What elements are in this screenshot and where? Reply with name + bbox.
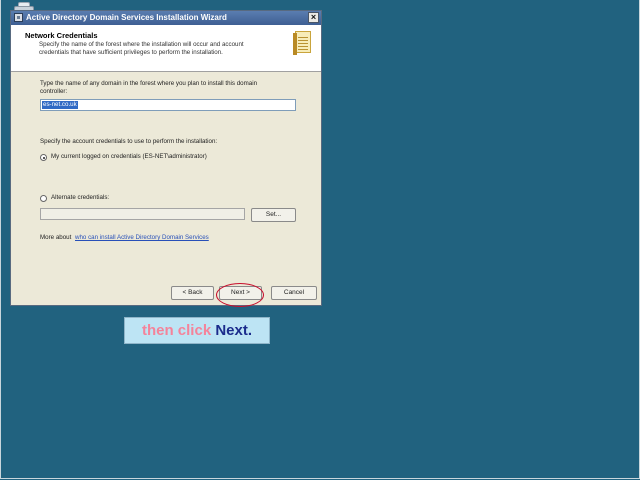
domain-name-input[interactable]: es-net.co.uk [40, 99, 296, 111]
back-button[interactable]: < Back [171, 286, 214, 300]
more-about-text: More about [40, 234, 72, 241]
caption-then-click: then click [141, 322, 212, 339]
set-button[interactable]: Set... [251, 208, 296, 222]
alternate-credentials-radio[interactable] [40, 195, 47, 202]
domain-name-value: es-net.co.uk [42, 101, 78, 109]
cancel-button[interactable]: Cancel [271, 286, 317, 300]
window-icon [14, 13, 23, 22]
window-title: Active Directory Domain Services Install… [26, 13, 227, 22]
wizard-header: Network Credentials Specify the name of … [11, 25, 321, 72]
credentials-prompt: Specify the account credentials to use t… [40, 138, 218, 145]
caption-next: Next. [215, 322, 253, 339]
next-button[interactable]: Next > [219, 286, 262, 300]
title-bar[interactable]: Active Directory Domain Services Install… [11, 11, 321, 25]
page-description: Specify the name of the forest where the… [39, 41, 244, 56]
page-title: Network Credentials [25, 31, 98, 40]
close-button[interactable]: × [308, 12, 319, 23]
wizard-book-icon [293, 30, 313, 56]
instruction-caption: then click Next. [124, 317, 270, 344]
current-credentials-label[interactable]: My current logged on credentials (ES-NET… [51, 153, 207, 161]
alternate-credentials-label[interactable]: Alternate credentials: [51, 194, 109, 202]
current-credentials-radio[interactable] [40, 154, 47, 161]
wizard-window: Active Directory Domain Services Install… [10, 10, 322, 307]
alternate-credentials-field[interactable] [40, 208, 245, 220]
more-about-link[interactable]: who can install Active Directory Domain … [75, 234, 209, 241]
domain-prompt: Type the name of any domain in the fores… [40, 80, 258, 95]
